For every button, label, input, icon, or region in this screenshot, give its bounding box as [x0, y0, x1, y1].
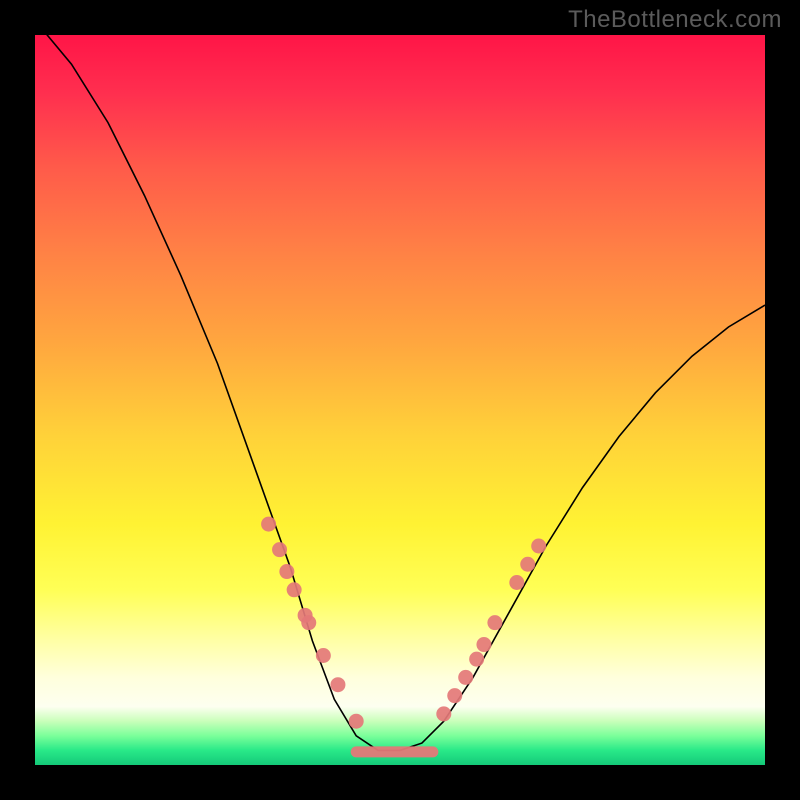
marker-dot — [330, 677, 345, 692]
marker-dot — [458, 670, 473, 685]
watermark-text: TheBottleneck.com — [568, 6, 782, 34]
marker-dot — [476, 637, 491, 652]
marker-dot — [487, 615, 502, 630]
plot-area — [35, 35, 765, 765]
marker-dot — [447, 688, 462, 703]
marker-dot — [272, 542, 287, 557]
marker-dot — [316, 648, 331, 663]
marker-dot — [261, 517, 276, 532]
marker-dot — [531, 539, 546, 554]
chart-svg — [35, 35, 765, 765]
marker-dot — [279, 564, 294, 579]
marker-dot — [349, 714, 364, 729]
marker-dot — [301, 615, 316, 630]
marker-dot — [520, 557, 535, 572]
bottleneck-curve — [35, 20, 765, 750]
chart-frame: TheBottleneck.com — [0, 0, 800, 800]
marker-dot — [287, 582, 302, 597]
marker-dot — [469, 652, 484, 667]
marker-dot — [509, 575, 524, 590]
marker-dot — [436, 706, 451, 721]
